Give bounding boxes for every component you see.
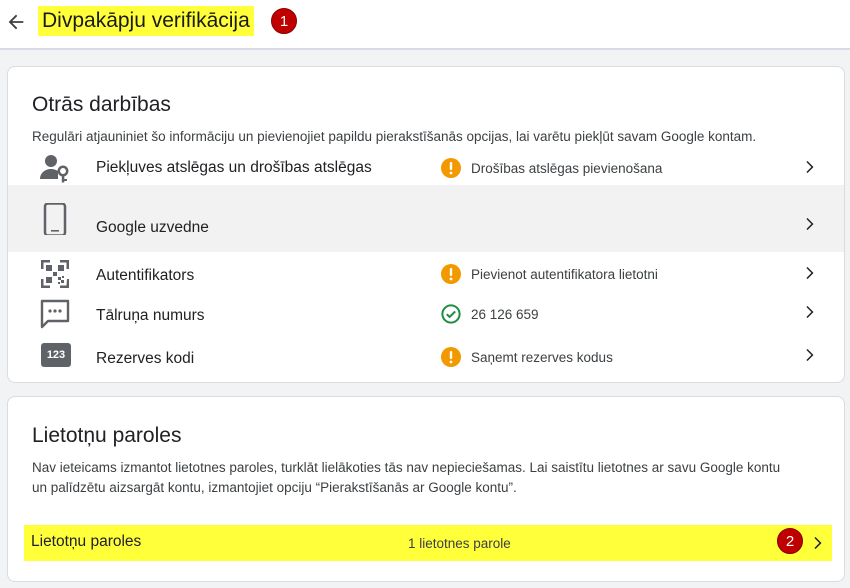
phone-icon (43, 203, 67, 235)
row-status: Pievienot autentifikatora lietotni (441, 264, 658, 284)
app-passwords-card: Lietotņu paroles Nav ieteicams izmantot … (7, 396, 845, 582)
row-value: 1 lietotnes parole (408, 536, 511, 551)
row-passkeys[interactable]: Piekļuves atslēgas un drošības atslēgas … (8, 149, 844, 185)
status-text: Pievienot autentifikatora lietotni (471, 266, 658, 282)
page-title: Divpakāpju verifikācija (38, 6, 254, 36)
row-status: Saņemt rezerves kodus (441, 347, 613, 367)
app-passwords-description-line1: Nav ieteicams izmantot lietotnes paroles… (32, 460, 781, 475)
annotation-marker-1: 1 (271, 8, 297, 34)
row-backup-codes[interactable]: 123 Rezerves kodi Saņemt rezerves kodus (8, 338, 844, 376)
row-label: Lietotņu paroles (31, 533, 142, 550)
row-google-prompt[interactable]: Google uzvedne (8, 185, 844, 252)
passkey-icon (40, 155, 69, 183)
status-text: 26 126 659 (471, 306, 539, 322)
message-icon (40, 299, 70, 329)
chevron-right-icon (806, 349, 814, 361)
row-label: Tālruņa numurs (96, 307, 205, 324)
chevron-right-icon (814, 537, 822, 549)
row-phone-number[interactable]: Tālruņa numurs 26 126 659 (8, 295, 844, 333)
row-label: Piekļuves atslēgas un drošības atslēgas (96, 159, 372, 176)
app-passwords-row[interactable]: Lietotņu paroles 1 lietotnes parole 2 (24, 525, 832, 561)
warning-icon (441, 264, 461, 284)
other-steps-card: Otrās darbības Regulāri atjauniniet šo i… (7, 66, 845, 383)
status-text: Saņemt rezerves kodus (471, 349, 613, 365)
chevron-right-icon (806, 218, 814, 230)
backup-codes-icon: 123 (41, 343, 71, 367)
other-steps-title: Otrās darbības (32, 93, 171, 116)
row-label: Google uzvedne (96, 219, 209, 236)
chevron-right-icon (806, 161, 814, 173)
warning-icon (441, 158, 461, 178)
top-app-bar: Divpakāpju verifikācija 1 (0, 0, 850, 50)
check-circle-icon (441, 304, 461, 324)
chevron-right-icon (806, 306, 814, 318)
row-status: Drošības atslēgas pievienošana (441, 158, 662, 178)
chevron-right-icon (806, 267, 814, 279)
warning-icon (441, 347, 461, 367)
row-label: Rezerves kodi (96, 350, 195, 367)
row-authenticator[interactable]: Autentifikators Pievienot autentifikator… (8, 255, 844, 293)
row-label: Autentifikators (96, 267, 195, 284)
qr-code-icon (41, 260, 69, 288)
app-passwords-title: Lietotņu paroles (32, 424, 182, 447)
annotation-marker-2: 2 (777, 528, 803, 554)
status-text: Drošības atslēgas pievienošana (471, 160, 663, 176)
other-steps-description: Regulāri atjauniniet šo informāciju un p… (32, 129, 757, 144)
back-arrow-icon[interactable] (5, 11, 27, 33)
app-passwords-description-line2: un palīdzētu aizsargāt kontu, izmantojie… (32, 480, 517, 495)
row-status: 26 126 659 (441, 304, 539, 324)
